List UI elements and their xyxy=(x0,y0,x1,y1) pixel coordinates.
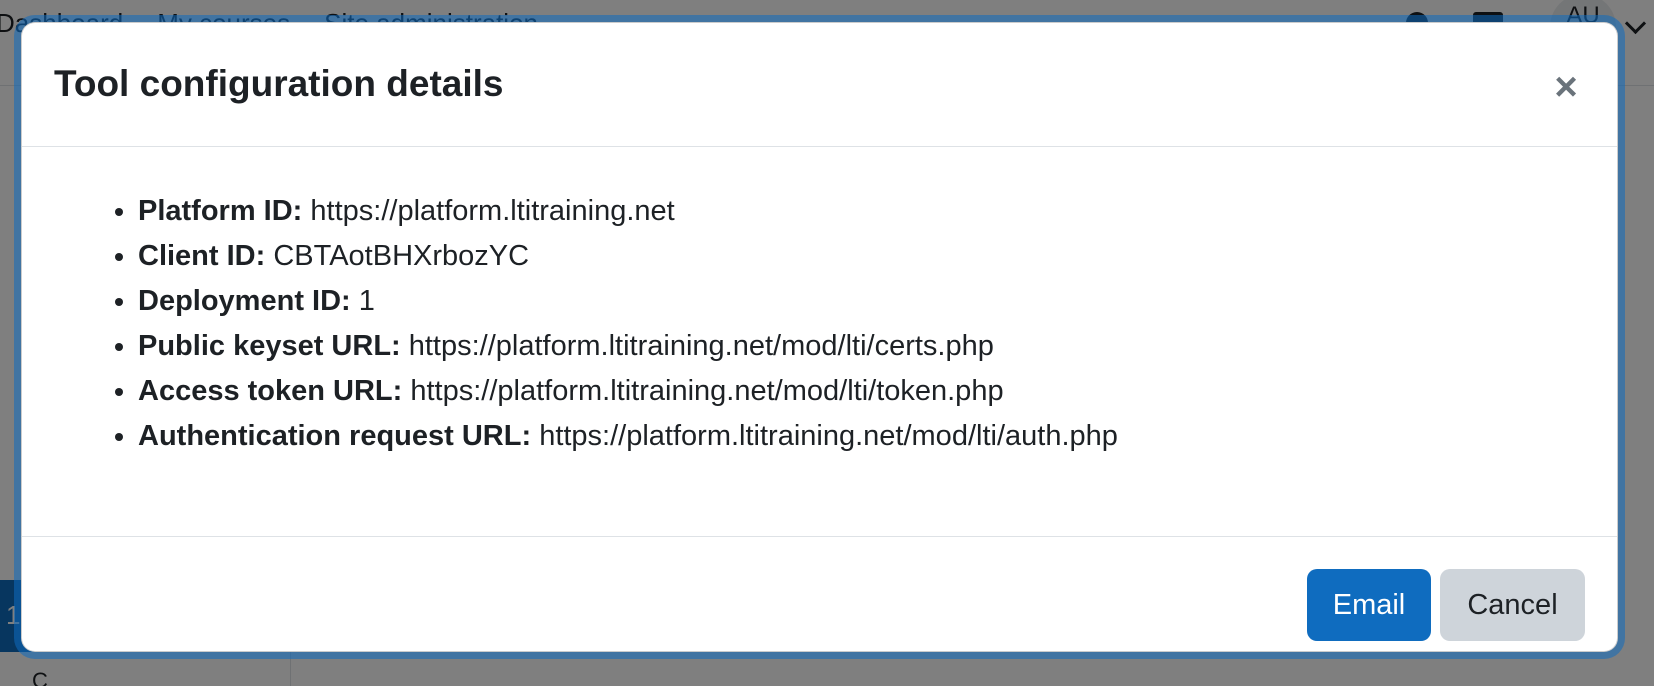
configuration-details-list: Platform ID: https://platform.ltitrainin… xyxy=(102,189,1118,459)
detail-value: CBTAotBHXrbozYC xyxy=(273,240,530,272)
cancel-button[interactable]: Cancel xyxy=(1440,569,1585,641)
detail-value: https://platform.ltitraining.net xyxy=(310,195,675,227)
modal-title: Tool configuration details xyxy=(54,63,504,104)
detail-value: https://platform.ltitraining.net/mod/lti… xyxy=(539,420,1118,452)
modal-header: Tool configuration details × xyxy=(22,23,1617,147)
detail-label: Authentication request URL: xyxy=(138,420,532,452)
detail-deployment-id: Deployment ID: 1 xyxy=(138,279,1118,324)
detail-label: Access token URL: xyxy=(138,375,403,407)
detail-access-token-url: Access token URL: https://platform.ltitr… xyxy=(138,369,1118,414)
modal-footer: Email Cancel xyxy=(22,537,1617,651)
detail-client-id: Client ID: CBTAotBHXrbozYC xyxy=(138,234,1118,279)
detail-value: https://platform.ltitraining.net/mod/lti… xyxy=(410,375,1004,407)
detail-value: https://platform.ltitraining.net/mod/lti… xyxy=(408,330,994,362)
detail-authentication-request-url: Authentication request URL: https://plat… xyxy=(138,414,1118,459)
modal-body: Platform ID: https://platform.ltitrainin… xyxy=(22,147,1617,537)
detail-label: Platform ID: xyxy=(138,195,303,227)
close-button[interactable]: × xyxy=(1546,64,1586,109)
tool-configuration-modal: Tool configuration details × Platform ID… xyxy=(21,22,1618,652)
detail-platform-id: Platform ID: https://platform.ltitrainin… xyxy=(138,189,1118,234)
detail-label: Deployment ID: xyxy=(138,285,351,317)
close-icon: × xyxy=(1554,64,1578,109)
email-button[interactable]: Email xyxy=(1307,569,1431,641)
detail-public-keyset-url: Public keyset URL: https://platform.ltit… xyxy=(138,324,1118,369)
detail-label: Public keyset URL: xyxy=(138,330,401,362)
detail-value: 1 xyxy=(358,285,375,317)
detail-label: Client ID: xyxy=(138,240,266,272)
